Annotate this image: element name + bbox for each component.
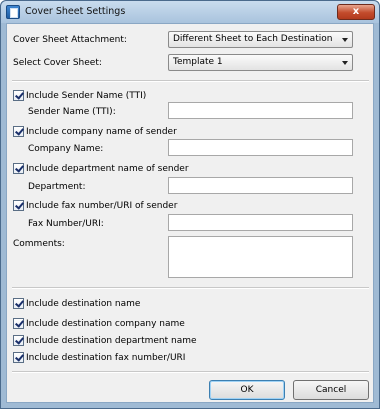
sender-name-checkbox-label: Include Sender Name (TTI) <box>26 91 147 101</box>
cover-sheet-selected-value: Template 1 <box>173 57 223 67</box>
department-field-label: Department: <box>28 182 86 192</box>
department-checkbox[interactable] <box>13 163 24 174</box>
company-name-input[interactable] <box>168 139 353 156</box>
destination-fax-label: Include destination fax number/URI <box>26 353 186 363</box>
attachment-label: Cover Sheet Attachment: <box>13 35 127 45</box>
destination-name-label: Include destination name <box>26 299 141 309</box>
department-checkbox-label: Include department name of sender <box>26 164 189 174</box>
chevron-down-icon <box>342 38 348 42</box>
company-name-checkbox[interactable] <box>13 126 24 137</box>
fax-number-checkbox-label: Include fax number/URI of sender <box>26 201 178 211</box>
divider <box>12 80 369 82</box>
attachment-dropdown[interactable]: Different Sheet to Each Destination <box>168 31 353 48</box>
fax-number-field-label: Fax Number/URI: <box>28 219 104 229</box>
cover-sheet-settings-dialog: Cover Sheet Settings x Cover Sheet Attac… <box>0 0 380 409</box>
cover-sheet-label: Select Cover Sheet: <box>13 58 102 68</box>
chevron-down-icon <box>342 61 348 65</box>
close-button[interactable]: x <box>337 4 375 20</box>
comments-label: Comments: <box>13 239 65 249</box>
destination-company-checkbox[interactable] <box>13 318 24 329</box>
ok-button[interactable]: OK <box>209 380 285 400</box>
company-name-field-label: Company Name: <box>28 144 104 154</box>
fax-number-input[interactable] <box>168 214 353 231</box>
destination-fax-checkbox[interactable] <box>13 352 24 363</box>
comments-textarea[interactable] <box>168 236 353 278</box>
divider <box>12 371 369 373</box>
window-title: Cover Sheet Settings <box>25 6 126 17</box>
app-icon <box>6 5 20 19</box>
destination-company-label: Include destination company name <box>26 319 185 329</box>
department-input[interactable] <box>168 177 353 194</box>
title-bar: Cover Sheet Settings x <box>1 1 379 23</box>
sender-name-input[interactable] <box>168 102 353 119</box>
attachment-selected-value: Different Sheet to Each Destination <box>173 34 333 44</box>
destination-name-checkbox[interactable] <box>13 298 24 309</box>
divider <box>12 287 369 289</box>
destination-department-label: Include destination department name <box>26 336 197 346</box>
cover-sheet-dropdown[interactable]: Template 1 <box>168 54 353 71</box>
dialog-content: Cover Sheet Attachment: Different Sheet … <box>6 23 374 403</box>
company-name-checkbox-label: Include company name of sender <box>26 127 177 137</box>
sender-name-checkbox[interactable] <box>13 90 24 101</box>
destination-department-checkbox[interactable] <box>13 335 24 346</box>
fax-number-checkbox[interactable] <box>13 200 24 211</box>
sender-name-field-label: Sender Name (TTI): <box>28 107 116 117</box>
cancel-button[interactable]: Cancel <box>293 380 369 400</box>
